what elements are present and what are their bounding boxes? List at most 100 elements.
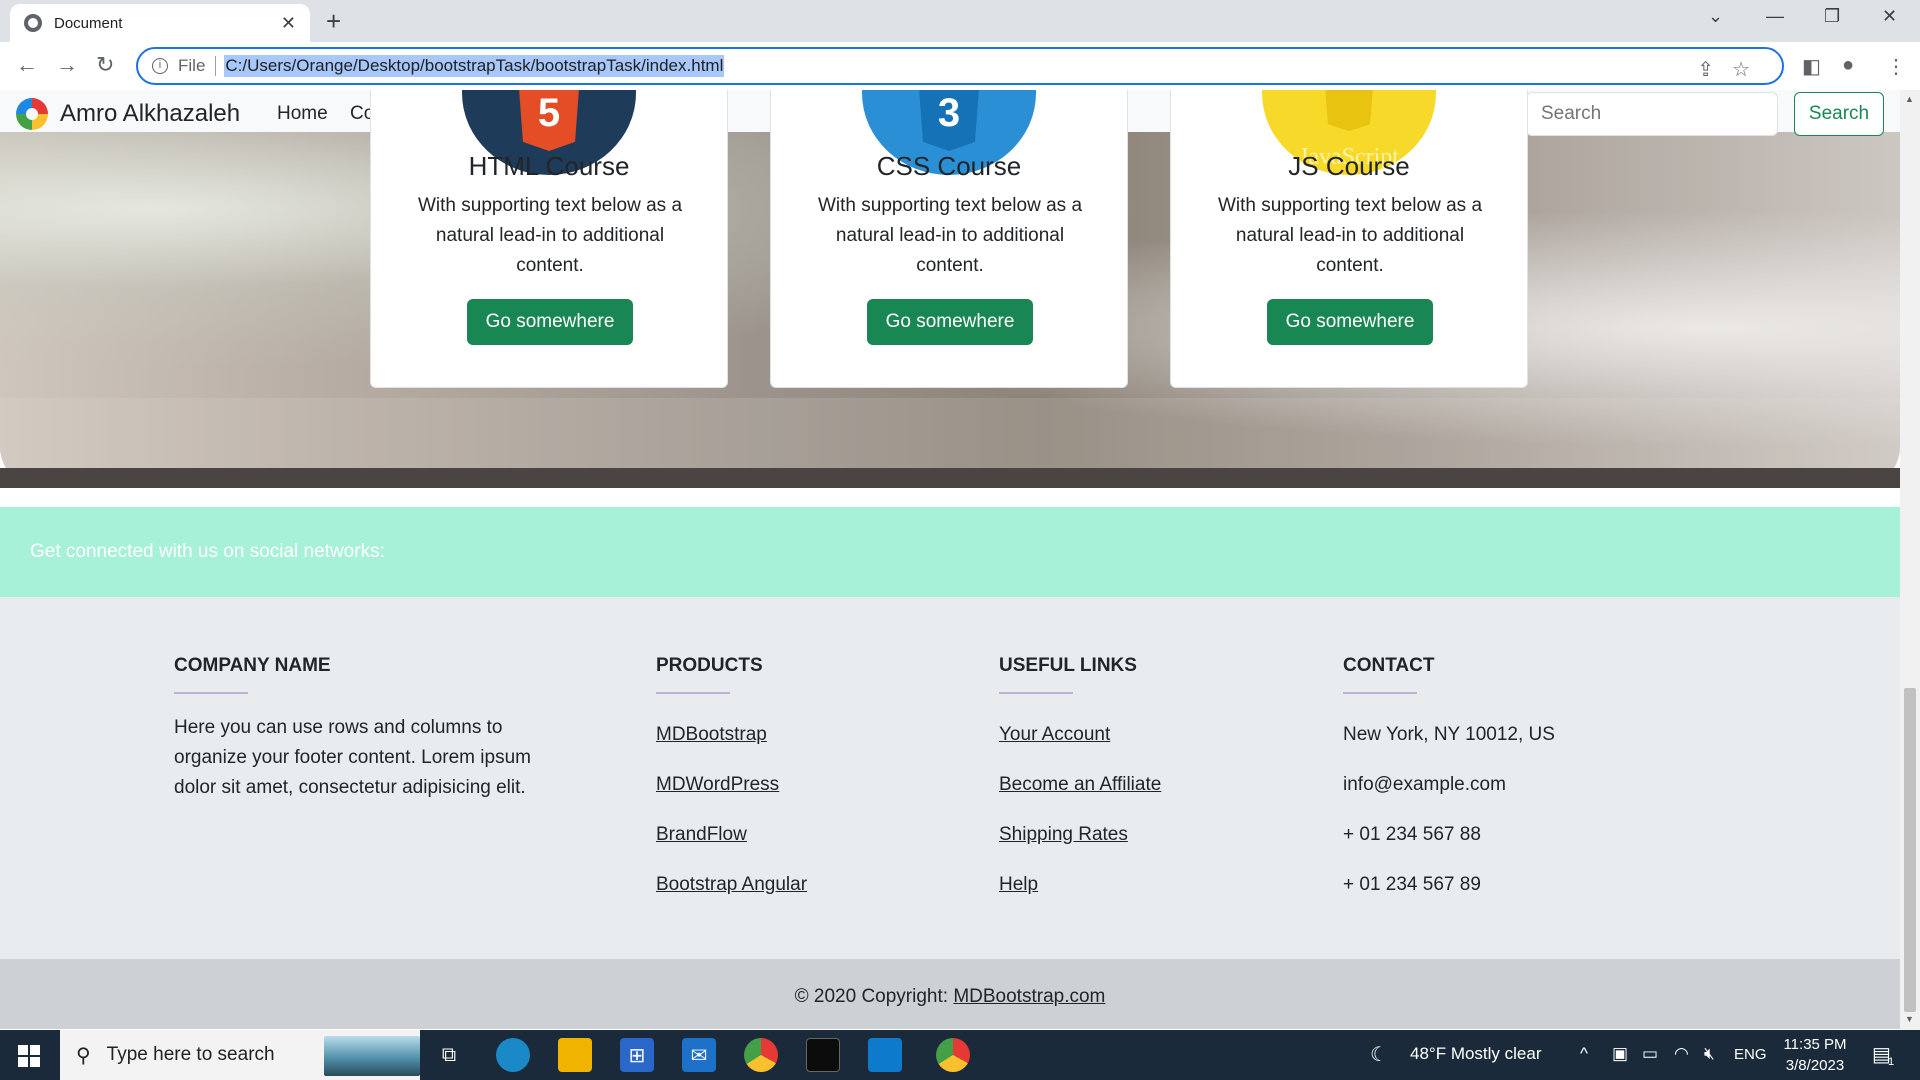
footer-link-mdbootstrap[interactable]: MDBootstrap [656,724,767,746]
taskbar-search-placeholder: Type here to search [106,1044,275,1065]
course-card-html: 5 HTML Course With supporting text below… [370,90,728,388]
card-title: HTML Course [468,151,630,181]
scroll-up-icon[interactable]: ▲ [1905,94,1914,104]
footer-link-shipping-rates[interactable]: Shipping Rates [999,824,1128,846]
footer-link-your-account[interactable]: Your Account [999,724,1110,746]
globe-icon [24,14,42,32]
copyright-link[interactable]: MDBootstrap.com [953,986,1105,1007]
go-somewhere-button[interactable]: Go somewhere [1267,299,1433,345]
close-tab-icon[interactable]: ✕ [281,13,296,34]
weather-icon[interactable]: ☾ [1370,1042,1388,1067]
scroll-down-icon[interactable]: ▼ [1905,1014,1914,1024]
footer-heading-contact: CONTACT [1343,655,1435,676]
footer-link-brandflow[interactable]: BrandFlow [656,824,747,846]
hero-bottom-strip [0,468,1900,488]
footer-heading-useful-links: USEFUL LINKS [999,655,1137,676]
tab-search-icon[interactable]: ⌄ [1708,6,1723,27]
address-row: ← → ↻ i File C:/Users/Orange/Desktop/boo… [0,42,1920,90]
nav-link-home[interactable]: Home [277,103,328,125]
volume-icon[interactable]: 🔇︎ [1704,1044,1715,1064]
search-button[interactable]: Search [1794,92,1884,136]
brand-logo-icon[interactable] [16,98,48,130]
search-highlight-image [324,1036,420,1076]
footer: COMPANY NAME Here you can use rows and c… [0,597,1900,959]
copyright-text: © 2020 Copyright: [794,986,954,1007]
menu-icon[interactable]: ⋮ [1886,54,1906,79]
task-view-icon[interactable]: ⧉ [432,1038,466,1072]
forward-icon[interactable]: → [56,52,78,78]
windows-taskbar: ⚲ Type here to search ⧉ ⊞ ✉ ☾ 48°F Mostl… [0,1030,1920,1080]
info-icon[interactable]: i [152,58,168,74]
battery-icon[interactable]: ▭ [1642,1044,1658,1064]
go-somewhere-button[interactable]: Go somewhere [867,299,1033,345]
heading-underline [174,692,248,694]
meet-now-icon[interactable]: ▣ [1612,1044,1628,1064]
search-icon: ⚲ [76,1044,91,1067]
microsoft-store-icon[interactable]: ⊞ [620,1038,654,1072]
weather-text[interactable]: 48°F Mostly clear [1410,1044,1542,1064]
browser-tab[interactable]: Document ✕ [10,4,310,42]
social-text: Get connected with us on social networks… [30,541,385,562]
minimize-button[interactable]: — [1766,6,1784,27]
side-panel-icon[interactable]: ◧ [1802,54,1821,79]
copyright-bar: © 2020 Copyright: MDBootstrap.com [0,959,1900,1029]
scheme-label: File [178,56,206,75]
url-text[interactable]: C:/Users/Orange/Desktop/bootstrapTask/bo… [224,55,725,77]
page-viewport: Amro Alkhazaleh Home Co Search 5 HTML Co… [0,90,1900,1030]
course-card-js: JavaScript JS Course With supporting tex… [1170,90,1528,388]
go-somewhere-button[interactable]: Go somewhere [467,299,633,345]
footer-heading-products: PRODUCTS [656,655,763,676]
card-text: With supporting text below as a natural … [817,195,1083,276]
contact-email: info@example.com [1343,774,1506,795]
clock-time: 11:35 PM [1783,1036,1847,1053]
show-hidden-icons-icon[interactable]: ^ [1580,1044,1588,1064]
footer-link-mdwordpress[interactable]: MDWordPress [656,774,779,796]
card-title: CSS Course [876,151,1022,181]
page-scrollbar[interactable]: ▲ ▼ [1900,90,1920,1030]
heading-underline [1343,692,1417,694]
contact-phone: + 01 234 567 88 [1343,824,1481,845]
language-indicator[interactable]: ENG [1734,1046,1767,1063]
windows-start-icon[interactable] [18,1045,40,1067]
new-tab-button[interactable]: + [326,6,341,37]
reload-icon[interactable]: ↻ [96,52,114,78]
close-window-button[interactable]: ✕ [1882,6,1897,27]
mail-icon[interactable]: ✉ [682,1038,716,1072]
footer-link-bootstrap-angular[interactable]: Bootstrap Angular [656,874,807,896]
browser-tabstrip: Document ✕ + ⌄ — ❐ ✕ [0,0,1920,42]
clock[interactable]: 11:35 PM 3/8/2023 [1770,1034,1860,1076]
footer-link-help[interactable]: Help [999,874,1038,896]
notification-count: 1 [1888,1056,1895,1068]
edge-icon[interactable] [496,1038,530,1072]
clock-date: 3/8/2023 [1785,1057,1845,1074]
card-title: JS Course [1288,151,1410,181]
wifi-icon[interactable]: ◠ [1674,1044,1689,1064]
share-icon[interactable]: ⇪ [1697,59,1732,81]
heading-underline [656,692,730,694]
terminal-icon[interactable] [806,1038,840,1072]
course-card-css: 3 CSS Course With supporting text below … [770,90,1128,388]
search-input[interactable] [1526,92,1778,136]
social-section: Get connected with us on social networks… [0,507,1900,597]
brand-name[interactable]: Amro Alkhazaleh [60,100,240,128]
taskbar-search[interactable]: ⚲ Type here to search [60,1030,420,1080]
card-text: With supporting text below as a natural … [1217,195,1483,276]
address-bar[interactable]: i File C:/Users/Orange/Desktop/bootstrap… [136,47,1784,85]
company-description: Here you can use rows and columns to org… [174,717,531,798]
card-text: With supporting text below as a natural … [417,195,683,276]
chrome-icon[interactable] [744,1038,778,1072]
back-icon[interactable]: ← [16,52,38,78]
omnibox-actions: ⇪☆ [1697,57,1768,82]
scrollbar-thumb[interactable] [1904,688,1916,1012]
contact-fax: + 01 234 567 89 [1343,874,1481,895]
vscode-icon[interactable] [868,1038,902,1072]
bookmark-star-icon[interactable]: ☆ [1732,59,1768,81]
footer-link-become-affiliate[interactable]: Become an Affiliate [999,774,1161,796]
file-explorer-icon[interactable] [558,1038,592,1072]
footer-heading-company: COMPANY NAME [174,655,331,676]
chrome-active-icon[interactable] [936,1038,970,1072]
heading-underline [999,692,1073,694]
restore-button[interactable]: ❐ [1824,6,1840,27]
profile-avatar-icon[interactable]: ● [1842,54,1854,77]
tab-title: Document [54,14,123,32]
